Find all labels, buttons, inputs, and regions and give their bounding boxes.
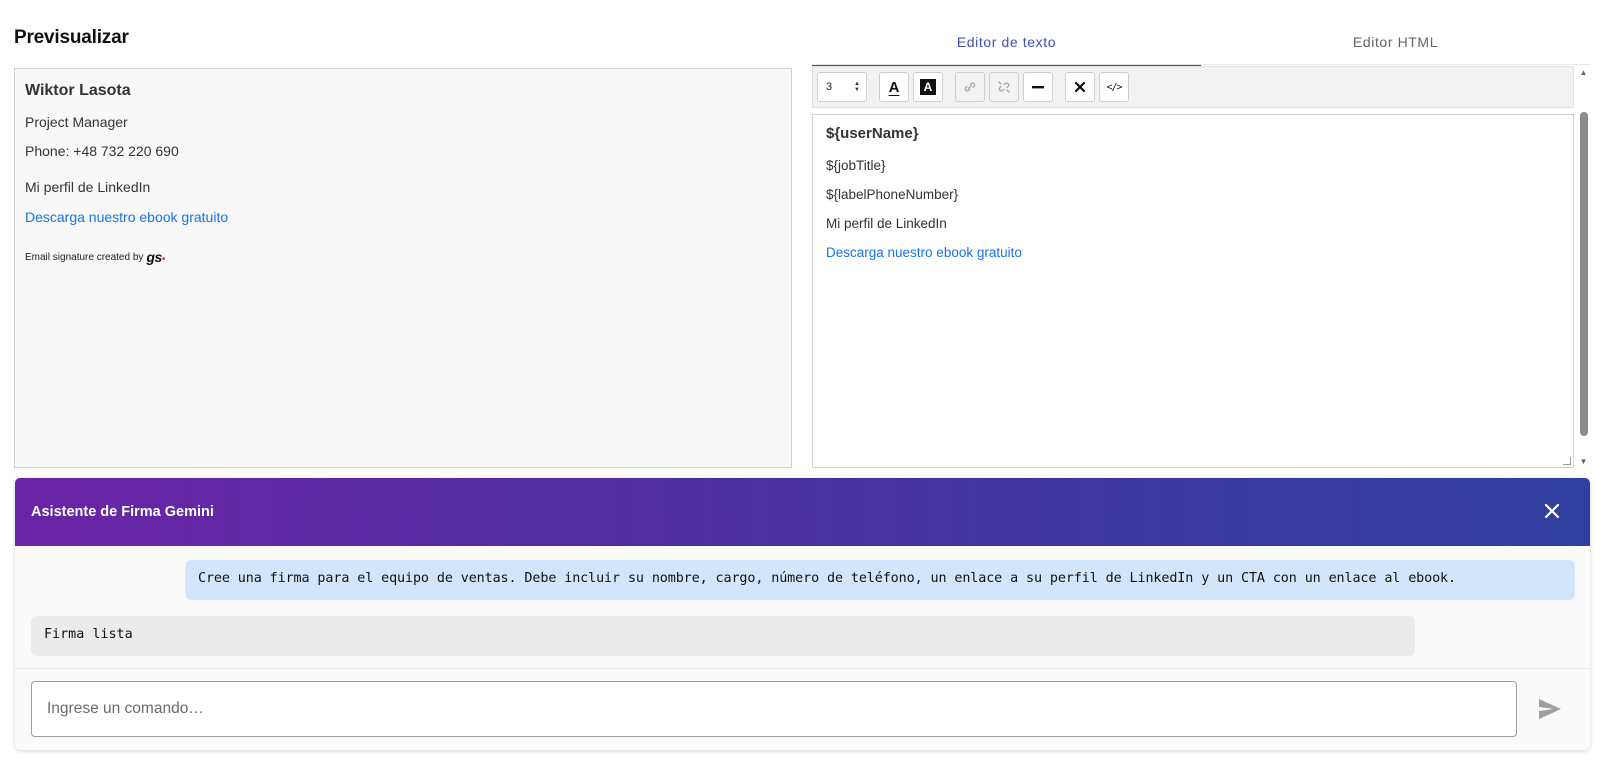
- tab-divider: [812, 64, 1590, 65]
- signature-preview: Wiktor Lasota Project Manager Phone: +48…: [14, 68, 792, 468]
- font-size-value: 3: [826, 81, 833, 93]
- remove-format-icon: [1074, 81, 1086, 93]
- gemini-assistant-panel: Asistente de Firma Gemini Cree una firma…: [15, 478, 1590, 750]
- text-color-button[interactable]: A: [879, 72, 909, 102]
- preview-ebook-link[interactable]: Descarga nuestro ebook gratuito: [25, 209, 781, 225]
- preview-title: Previsualizar: [14, 27, 129, 48]
- preview-phone: Phone: +48 732 220 690: [25, 143, 179, 159]
- code-view-icon: </>: [1106, 81, 1122, 93]
- editor-linkedin-link[interactable]: Mi perfil de LinkedIn: [826, 216, 1560, 231]
- unlink-button[interactable]: [989, 72, 1019, 102]
- link-button[interactable]: [955, 72, 985, 102]
- editor-scrollbar[interactable]: ▲ ▼: [1577, 66, 1590, 468]
- editor-phone[interactable]: ${labelPhoneNumber}: [826, 187, 1560, 202]
- assistant-message: Firma lista: [31, 616, 1415, 656]
- unlink-icon: [998, 81, 1010, 93]
- assistant-title: Asistente de Firma Gemini: [31, 504, 214, 520]
- resize-handle-icon[interactable]: [1563, 457, 1571, 465]
- code-view-button[interactable]: </>: [1099, 72, 1129, 102]
- text-editor-area[interactable]: ${userName} ${jobTitle} ${labelPhoneNumb…: [812, 114, 1574, 468]
- stepper-arrows-icon[interactable]: ▲ ▼: [854, 81, 860, 93]
- send-icon[interactable]: [1538, 698, 1562, 720]
- assistant-header: Asistente de Firma Gemini: [15, 478, 1590, 546]
- editor-name-placeholder[interactable]: ${userName}: [826, 125, 1560, 142]
- font-size-stepper[interactable]: 3 ▲ ▼: [817, 72, 867, 102]
- tab-text-editor[interactable]: Editor de texto: [812, 22, 1201, 66]
- editor-job-title[interactable]: ${jobTitle}: [826, 158, 1560, 173]
- editor-toolbar: 3 ▲ ▼ A A </>: [812, 66, 1574, 108]
- editor-tabs: Editor de texto Editor HTML: [812, 22, 1590, 66]
- editor-ebook-link[interactable]: Descarga nuestro ebook gratuito: [826, 245, 1560, 260]
- preview-linkedin-link[interactable]: Mi perfil de LinkedIn: [25, 179, 781, 195]
- horizontal-rule-button[interactable]: [1023, 72, 1053, 102]
- remove-format-button[interactable]: [1065, 72, 1095, 102]
- background-color-button[interactable]: A: [913, 72, 943, 102]
- close-icon[interactable]: [1544, 500, 1560, 524]
- credit-text: Email signature created by: [25, 252, 144, 263]
- text-color-icon: A: [888, 78, 900, 96]
- scroll-up-icon[interactable]: ▲: [1577, 68, 1590, 77]
- preview-job-title: Project Manager: [25, 114, 128, 130]
- tab-html-editor[interactable]: Editor HTML: [1201, 22, 1590, 66]
- background-color-icon: A: [920, 79, 936, 95]
- command-input[interactable]: Ingrese un comando…: [31, 681, 1517, 737]
- signature-credit: Email signature created by gs•: [25, 250, 781, 265]
- scroll-down-icon[interactable]: ▼: [1577, 457, 1590, 466]
- preview-name: Wiktor Lasota: [25, 82, 131, 99]
- scrollbar-thumb[interactable]: [1580, 112, 1588, 436]
- user-message: Cree una firma para el equipo de ventas.…: [185, 560, 1575, 600]
- gs-logo-icon[interactable]: gs•: [146, 250, 165, 265]
- horizontal-rule-icon: [1032, 86, 1044, 89]
- assistant-divider: [15, 668, 1590, 669]
- link-icon: [964, 82, 976, 92]
